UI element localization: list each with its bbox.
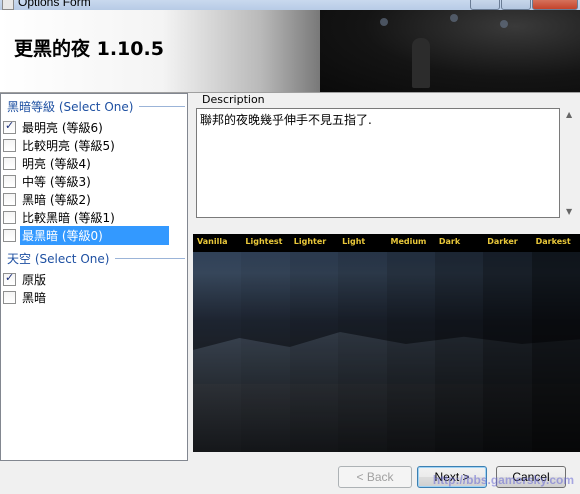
preview-column-lightest [241,234,290,452]
checkbox-icon[interactable] [3,291,16,304]
maximize-button[interactable] [501,0,531,10]
header-banner: 更黑的夜 1.10.5 [0,10,580,92]
group-header-sky: 天空 (Select One) [7,250,185,267]
preview-column-label: Vanilla [197,237,228,246]
preview-column-label: Lighter [293,237,327,246]
option-dark[interactable]: 黑暗 (等級2) [1,191,169,208]
description-scrollbar[interactable]: ▲ ▼ [563,108,578,218]
option-darker[interactable]: 比較黑暗 (等級1) [1,209,169,226]
group-header-line [139,106,185,107]
option-label: 比較明亮 (等級5) [22,139,115,153]
preview-column-vanilla [193,234,241,452]
checkbox-icon[interactable] [3,175,16,188]
preview-column-medium [386,234,435,452]
preview-column-darkest [531,234,580,452]
preview-image: Vanilla Lightest Lighter Light Medium Dark Dar… [193,234,580,452]
description-label: Description [202,93,265,106]
preview-column-label: Medium [390,237,427,246]
banner-figure [412,38,430,88]
preview-column-darker [483,234,532,452]
checkbox-icon[interactable] [3,193,16,206]
group-header-label: 天空 (Select One) [7,252,110,266]
option-label: 黑暗 [22,291,47,305]
option-brighter[interactable]: 比較明亮 (等級5) [1,137,169,154]
option-darkest[interactable]: 最黑暗 (等級0) [1,226,169,245]
page-title: 更黑的夜 1.10.5 [14,38,164,60]
banner-light [500,20,508,28]
window-title: Options Form [18,0,91,9]
checkbox-icon[interactable] [3,139,16,152]
group-header-line [115,258,185,259]
checkbox-icon[interactable] [3,119,16,134]
option-label: 最明亮 (等級6) [22,121,103,135]
description-textbox[interactable]: 聯邦的夜晚幾乎伸手不見五指了. [196,108,560,218]
watermark-text: http://bbs.gamersky.com [432,473,574,487]
scroll-up-icon[interactable]: ▲ [566,110,572,119]
group-header-darkness: 黑暗等級 (Select One) [7,98,185,115]
preview-column-label: Light [342,237,366,246]
close-button[interactable] [532,0,578,10]
preview-column-lighter [289,234,339,452]
option-label: 明亮 (等級4) [22,157,91,171]
checkbox-icon[interactable] [3,211,16,224]
option-label: 中等 (等級3) [22,175,91,189]
option-brightest[interactable]: 最明亮 (等級6) [1,119,169,136]
window-controls [470,0,578,10]
preview-column-label: Lightest [245,237,283,246]
preview-column-label: Darkest [535,237,571,246]
option-label: 原版 [22,273,47,287]
checkbox-icon[interactable] [3,271,16,286]
preview-column-light [338,234,387,452]
options-panel: 黑暗等級 (Select One) 最明亮 (等級6) 比較明亮 (等級5) 明… [0,93,188,461]
option-label: 黑暗 (等級2) [22,193,91,207]
option-sky-vanilla[interactable]: 原版 [1,271,169,288]
back-button[interactable]: < Back [338,466,412,488]
preview-column-label: Dark [438,237,461,246]
preview-column-dark [434,234,484,452]
group-header-label: 黑暗等級 (Select One) [7,100,134,114]
option-bright[interactable]: 明亮 (等級4) [1,155,169,172]
checkbox-icon[interactable] [3,157,16,170]
banner-light [450,14,458,22]
option-label: 最黑暗 (等級0) [20,226,169,245]
banner-light [380,18,388,26]
banner-artwork [320,10,580,92]
app-icon [2,0,14,10]
option-medium[interactable]: 中等 (等級3) [1,173,169,190]
option-label: 比較黑暗 (等級1) [22,211,115,225]
scroll-down-icon[interactable]: ▼ [566,207,572,216]
window-titlebar[interactable]: Options Form [0,0,580,10]
option-sky-dark[interactable]: 黑暗 [1,289,169,306]
checkbox-icon[interactable] [3,229,16,242]
preview-column-label: Darker [487,237,518,246]
minimize-button[interactable] [470,0,500,10]
